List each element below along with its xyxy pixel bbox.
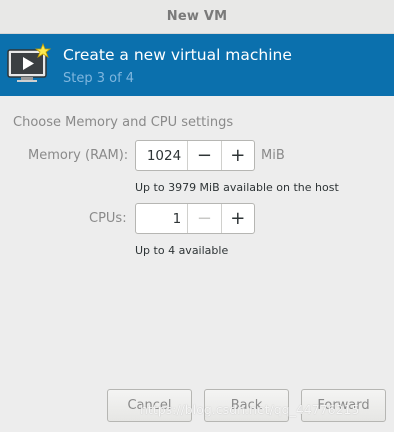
monitor-play-star-icon (7, 42, 52, 82)
section-title: Choose Memory and CPU settings (13, 115, 234, 130)
wizard-header: Create a new virtual machine Step 3 of 4 (0, 34, 394, 96)
cancel-button[interactable]: Cancel (107, 389, 192, 422)
memory-increment-button[interactable]: + (220, 141, 254, 170)
wizard-title: Create a new virtual machine (63, 46, 292, 64)
back-button[interactable]: Back (204, 389, 289, 422)
cpus-hint: Up to 4 available (135, 244, 229, 257)
memory-decrement-button[interactable]: − (187, 141, 220, 170)
memory-value[interactable]: 1024 (136, 141, 187, 170)
cpus-decrement-button[interactable]: − (187, 204, 220, 233)
memory-unit: MiB (261, 148, 285, 163)
window-title: New VM (166, 9, 228, 24)
memory-hint: Up to 3979 MiB available on the host (135, 181, 339, 194)
memory-label: Memory (RAM): (28, 148, 129, 163)
cpus-increment-button[interactable]: + (220, 204, 254, 233)
cpus-spinbox[interactable]: 1 − + (135, 203, 255, 234)
cpus-value[interactable]: 1 (136, 204, 187, 233)
forward-button[interactable]: Forward (301, 389, 386, 422)
memory-spinbox[interactable]: 1024 − + (135, 140, 255, 171)
window-titlebar[interactable]: New VM (0, 0, 394, 34)
cpus-label: CPUs: (89, 211, 127, 226)
wizard-step: Step 3 of 4 (63, 71, 135, 86)
